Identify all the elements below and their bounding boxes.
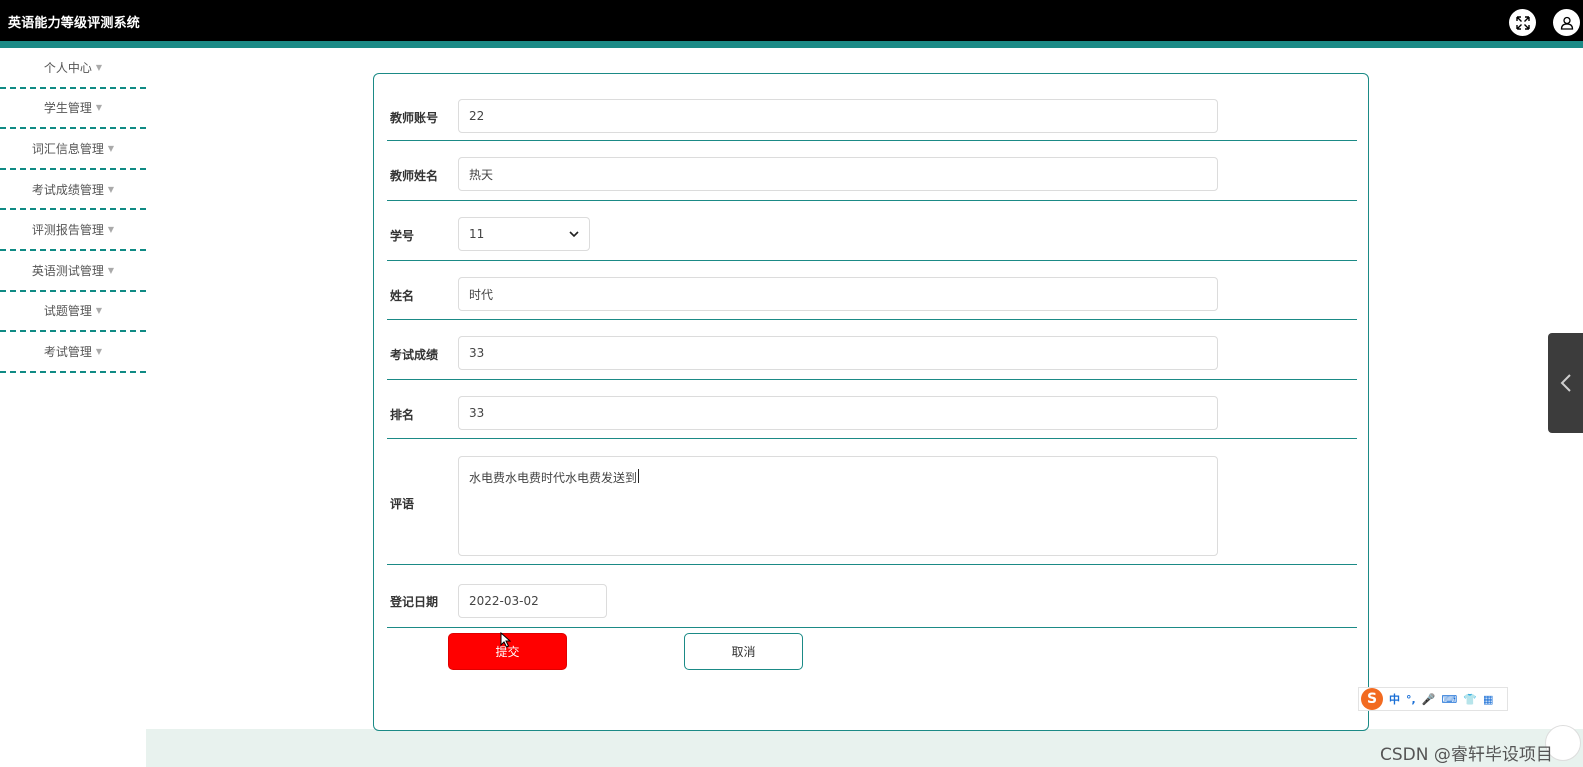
cancel-button[interactable]: 取消 [684,633,803,670]
register-date-label: 登记日期 [390,595,439,609]
rank-label: 排名 [390,408,415,422]
student-id-label: 学号 [390,229,415,243]
teacher-account-value: 22 [469,109,485,123]
ime-chinese-mode[interactable]: 中 [1389,691,1400,707]
ime-punctuation-icon[interactable]: °, [1406,693,1416,706]
score-label: 考试成绩 [390,348,439,362]
header-accent-strip [0,41,1583,48]
user-icon [1560,16,1573,30]
panel-toggle-tab[interactable] [1548,333,1583,433]
sidebar-item-label: 个人中心 [43,60,92,75]
name-label: 姓名 [390,289,415,303]
sidebar: 个人中心 ▼ 学生管理 ▼ 词汇信息管理 ▼ 考试成绩管理 ▼ 评测报告管理 ▼ 英语测试… [0,48,146,373]
teacher-account-input[interactable]: 22 [458,99,1218,133]
sidebar-item-exam-management[interactable]: 考试管理 ▼ [0,332,146,373]
caret-down-icon: ▼ [95,103,103,113]
top-bar: 英语能力等级评测系统 [0,0,1583,41]
student-id-select[interactable]: 11 [458,217,590,251]
caret-down-icon: ▼ [107,225,115,235]
sidebar-item-personal-center[interactable]: 个人中心 ▼ [0,48,146,89]
expand-icon [1515,15,1530,30]
name-input[interactable]: 时代 [458,277,1218,311]
teacher-name-input[interactable]: 热天 [458,157,1218,191]
rank-input[interactable]: 33 [458,396,1218,430]
teacher-account-label: 教师账号 [390,111,439,125]
sidebar-item-label: 考试成绩管理 [31,182,104,197]
sidebar-item-label: 学生管理 [43,101,92,116]
student-id-value: 11 [469,227,485,241]
rank-value: 33 [469,406,485,420]
form-row-teacher-name: 教师姓名 热天 [387,141,1357,201]
user-button[interactable] [1553,9,1580,36]
mouse-pointer-icon [500,632,511,648]
caret-down-icon: ▼ [95,62,103,72]
caret-down-icon: ▼ [107,265,115,275]
sogou-logo-icon: S [1361,688,1383,710]
chevron-down-icon [569,231,579,238]
form-row-student-id: 学号 11 [387,201,1357,261]
sidebar-item-exam-score-management[interactable]: 考试成绩管理 ▼ [0,170,146,211]
form-row-rank: 排名 33 [387,380,1357,439]
sidebar-item-label: 考试管理 [43,344,92,359]
ime-toolbar[interactable]: S 中 °, 🎤 ⌨ 👕 ▦ [1358,687,1508,711]
text-cursor [638,469,640,483]
teacher-name-value: 热天 [469,167,494,182]
sidebar-item-student-management[interactable]: 学生管理 ▼ [0,89,146,130]
comment-textarea[interactable]: 水电费水电费时代水电费发送到 [458,456,1218,556]
register-date-input[interactable]: 2022-03-02 [458,584,607,618]
comment-value: 水电费水电费时代水电费发送到 [469,471,638,485]
sidebar-item-label: 词汇信息管理 [31,141,104,156]
watermark-text: CSDN @睿轩毕设项目 [1380,745,1553,765]
teacher-name-label: 教师姓名 [390,169,439,183]
sidebar-item-label: 英语测试管理 [31,263,104,278]
ime-keyboard-icon[interactable]: ⌨ [1441,693,1457,706]
caret-down-icon: ▼ [107,184,115,194]
sidebar-item-evaluation-report-management[interactable]: 评测报告管理 ▼ [0,210,146,251]
score-input[interactable]: 33 [458,336,1218,370]
form-row-comment: 评语 水电费水电费时代水电费发送到 [387,439,1357,565]
sidebar-item-english-test-management[interactable]: 英语测试管理 ▼ [0,251,146,292]
ime-microphone-icon[interactable]: 🎤 [1422,693,1436,706]
caret-down-icon: ▼ [95,346,103,356]
sidebar-item-label: 试题管理 [43,304,92,319]
chevron-left-icon [1560,374,1571,392]
fullscreen-button[interactable] [1509,9,1536,36]
form-row-register-date: 登记日期 2022-03-02 [387,565,1357,628]
sidebar-item-label: 评测报告管理 [31,223,104,238]
form-row-teacher-account: 教师账号 22 [387,74,1357,141]
caret-down-icon: ▼ [95,306,103,316]
caret-down-icon: ▼ [107,143,115,153]
ime-toolbox-icon[interactable]: ▦ [1483,693,1493,706]
score-value: 33 [469,346,485,360]
register-date-value: 2022-03-02 [469,594,539,608]
form-row-name: 姓名 时代 [387,261,1357,320]
form-row-score: 考试成绩 33 [387,320,1357,380]
app-title: 英语能力等级评测系统 [8,16,141,31]
name-value: 时代 [469,287,494,302]
sidebar-item-vocabulary-management[interactable]: 词汇信息管理 ▼ [0,129,146,170]
ime-skin-icon[interactable]: 👕 [1463,693,1477,706]
sidebar-item-question-management[interactable]: 试题管理 ▼ [0,292,146,333]
footer-strip [146,729,1583,767]
comment-label: 评语 [390,497,415,511]
